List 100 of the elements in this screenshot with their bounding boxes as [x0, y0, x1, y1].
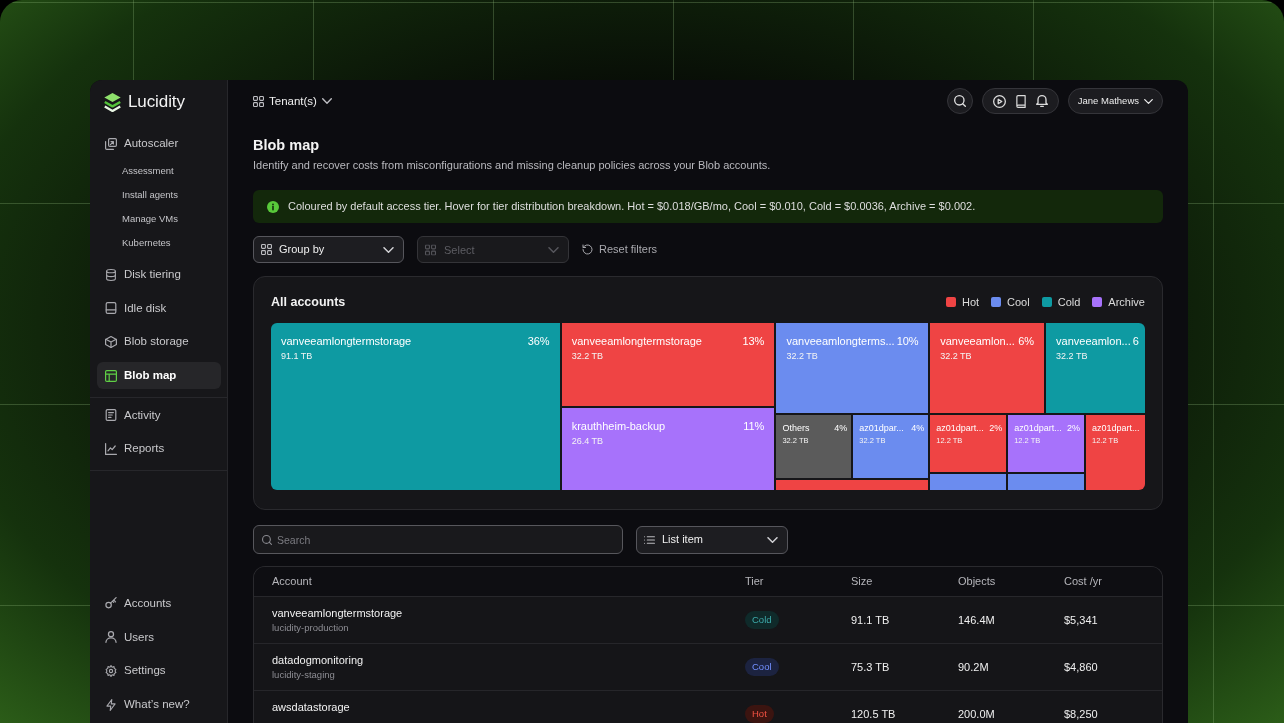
nav-subitem[interactable]: Kubernetes [97, 231, 171, 255]
tile-share: 10% [895, 334, 920, 349]
book-icon [1015, 94, 1026, 108]
yearly-cost: $4,860 [1064, 659, 1098, 675]
group-by-select[interactable]: Group by [253, 236, 404, 263]
tile-label: vanveeamlongterms... [786, 334, 895, 348]
nav-item[interactable]: Blob map [97, 362, 221, 390]
tile-label: vanveeamlon... [940, 334, 1015, 348]
tier-badge: Cold [745, 611, 779, 629]
tile-label: az01dpart... [936, 422, 984, 434]
chevron-down-icon [548, 246, 559, 253]
tile-label: vanveeamlon... [1056, 334, 1131, 348]
account-subtitle: lucidity-staging [272, 668, 335, 681]
nav-item[interactable]: Idle disk [97, 294, 221, 322]
grid-icon [425, 244, 436, 255]
column-header: Size [851, 574, 873, 589]
notifications-button[interactable] [1035, 95, 1048, 107]
nav-subitem[interactable]: Install agents [97, 183, 178, 207]
legend-label: Cold [1057, 294, 1081, 310]
tile-size: 32.2 TB [1056, 351, 1089, 363]
tile-label: az01dpart... [1092, 422, 1140, 434]
logo-icon [103, 92, 122, 112]
nav-subitem[interactable]: Assessment [97, 159, 174, 183]
tile-label: az01dpar... [859, 422, 904, 434]
tenant-selector[interactable]: Tenant(s) [253, 93, 332, 109]
tile-share: 2% [1066, 422, 1082, 434]
grid-icon [261, 244, 272, 255]
account-subtitle: lucidity-production [272, 621, 349, 634]
info-icon [267, 200, 279, 213]
user-icon [105, 631, 117, 644]
reset-icon [582, 244, 593, 255]
key-icon [105, 597, 117, 610]
user-menu[interactable]: Jane Mathews [1067, 88, 1163, 114]
layout-icon [105, 369, 117, 382]
tile-share: 11% [742, 419, 766, 434]
nav-item[interactable]: Settings [97, 657, 221, 685]
tile-share: 13% [741, 334, 766, 349]
tier-badge: Cool [745, 658, 779, 676]
bell-icon [1035, 95, 1048, 107]
tile-label: Others [782, 422, 810, 434]
card-title: All accounts [271, 293, 346, 311]
search-button[interactable] [946, 88, 973, 114]
tile-size: 32.2 TB [571, 351, 604, 363]
tile-share: 4% [910, 422, 926, 434]
object-count: 146.4M [958, 612, 995, 628]
nav-item[interactable]: What’s new? [97, 691, 221, 718]
tile-size: 32.2 TB [940, 351, 973, 363]
nav-item[interactable]: Disk tiering [97, 261, 221, 288]
tile-label: vanveeamlongtermstorage [281, 334, 412, 348]
tier-badge: Hot [745, 705, 774, 723]
nav-item[interactable]: Reports [97, 435, 221, 463]
document-icon [105, 409, 117, 422]
search-field[interactable]: Search [253, 525, 623, 554]
column-header: Cost /yr [1064, 574, 1102, 589]
chevron-down-icon [383, 246, 394, 253]
tile-share: 4% [833, 422, 849, 434]
tile-share: 6% [1017, 334, 1036, 349]
tile-share: 36% [526, 334, 551, 349]
legend-label: Archive [1108, 294, 1145, 310]
database-icon [105, 268, 117, 281]
tile-size: 26.4 TB [571, 436, 604, 448]
size-value: 120.5 TB [851, 706, 896, 722]
nav-item[interactable]: Blob storage [97, 328, 221, 356]
nav-item[interactable]: Users [97, 623, 221, 651]
account-name: awsdatastorage [272, 700, 350, 714]
cube-icon [105, 335, 117, 348]
column-header: Account [272, 574, 312, 589]
search-icon [262, 534, 272, 545]
account-name: vanveeamlongtermstorage [272, 606, 403, 620]
yearly-cost: $5,341 [1064, 612, 1098, 628]
grid-icon [253, 95, 264, 107]
column-header: Tier [745, 574, 764, 589]
tile-share: 2% [988, 422, 1004, 434]
tile-label: az01dpart... [1014, 422, 1062, 434]
list-view-select[interactable]: List item [636, 525, 788, 554]
column-header: Objects [958, 574, 996, 589]
nav-item[interactable]: Accounts [97, 589, 221, 617]
chevron-down-icon [321, 98, 332, 104]
book-button[interactable] [1015, 94, 1026, 108]
tile-size: 32.2 TB [786, 351, 819, 363]
play-button[interactable] [992, 94, 1006, 108]
account-name: datadogmonitoring [272, 653, 364, 667]
nav-item[interactable]: Autoscaler [97, 130, 221, 157]
play-icon [992, 94, 1006, 108]
object-count: 90.2M [958, 659, 989, 675]
reset-filters-button[interactable]: Reset filters [582, 242, 658, 257]
page-description: Identify and recover costs from misconfigurations and missing cleanup policies across your Blob accounts. [253, 158, 772, 173]
expand-icon [105, 137, 117, 150]
nav-item[interactable]: Activity [97, 401, 221, 429]
chevron-down-icon [1144, 98, 1153, 104]
page-title: Blob map [253, 136, 321, 154]
legend-label: Hot [961, 294, 980, 310]
object-count: 200.0M [958, 706, 995, 722]
tile-label: krauthheim-backup [571, 419, 666, 433]
tile-share: 6 [1131, 334, 1140, 349]
yearly-cost: $8,250 [1064, 706, 1098, 722]
nav-subitem[interactable]: Manage VMs [97, 207, 178, 231]
size-value: 91.1 TB [851, 612, 890, 628]
tile-label: vanveeamlongtermstorage [571, 334, 702, 348]
tile-size: 91.1 TB [281, 351, 314, 363]
